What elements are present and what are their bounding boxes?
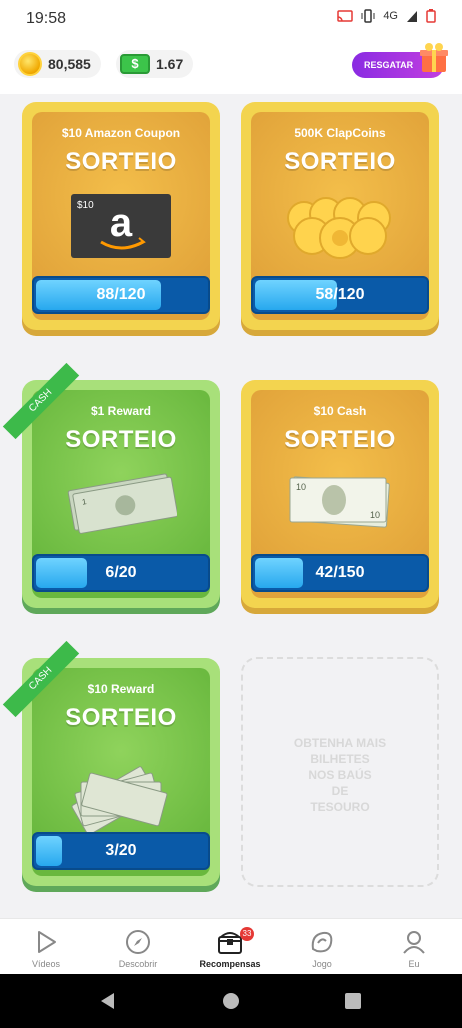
signal-icon [407, 11, 417, 22]
raffle-label: SORTEIO [65, 704, 177, 731]
wallet-header: 80,585 1.67 RESGATAR [0, 36, 462, 94]
cash-amount: 1.67 [156, 56, 184, 72]
progress-text: 42/150 [315, 564, 365, 581]
progress-text: 6/20 [105, 564, 137, 581]
bottom-navigation: Vídeos Descobrir 33 Recompensas Jogo Eu [0, 918, 462, 974]
empty-line-2: BILHETES [310, 752, 370, 766]
nav-discover[interactable]: Descobrir [92, 919, 184, 975]
redeem-button[interactable]: RESGATAR [352, 43, 448, 78]
svg-text:10: 10 [296, 482, 306, 492]
game-icon [311, 931, 333, 953]
gift-icon [420, 43, 448, 72]
raffle-card-amazon[interactable]: $10 Amazon Coupon SORTEIO $10 a 88/120 [22, 102, 220, 330]
raffle-card-10-reward[interactable]: $10 Reward SORTEIO CASH 3/20 [2, 640, 220, 886]
status-icons: 4G [337, 9, 436, 23]
back-icon[interactable] [98, 991, 118, 1011]
dollar-bills-icon: 1 [67, 473, 177, 534]
nav-profile[interactable]: Eu [368, 919, 460, 975]
coin-balance[interactable]: 80,585 [14, 50, 101, 78]
raffle-label: SORTEIO [284, 148, 396, 175]
progress-text: 3/20 [105, 842, 137, 859]
nav-label: Eu [408, 959, 420, 969]
cash-icon [120, 54, 150, 74]
empty-line-5: TESOURO [310, 800, 370, 814]
cast-icon [337, 10, 354, 22]
prize-title: $10 Cash [313, 404, 367, 418]
progress-bar: 3/20 [32, 832, 210, 870]
svg-text:10: 10 [370, 510, 380, 520]
empty-line-3: NOS BAÚS [308, 768, 372, 782]
coin-icon [18, 52, 42, 76]
empty-slot-message: OBTENHA MAIS BILHETES NOS BAÚS DE TESOUR… [263, 735, 417, 815]
progress-bar: 88/120 [32, 276, 210, 314]
home-icon[interactable] [221, 991, 241, 1011]
raffle-card-clapcoins[interactable]: 500K ClapCoins SORTEIO 58/120 [241, 102, 439, 330]
nav-videos[interactable]: Vídeos [0, 919, 92, 975]
prize-title: $1 Reward [90, 404, 152, 418]
prize-title: $10 Amazon Coupon [61, 126, 181, 140]
nav-label: Recompensas [199, 959, 261, 969]
network-label: 4G [383, 10, 398, 22]
ten-dollar-bill-icon: 10 10 [289, 476, 390, 528]
progress-bar: 42/150 [251, 554, 429, 592]
nav-rewards[interactable]: 33 Recompensas [184, 919, 276, 975]
compass-icon [126, 930, 150, 954]
empty-line-1: OBTENHA MAIS [293, 736, 387, 750]
redeem-label: RESGATAR [364, 60, 414, 70]
coin-amount: 80,585 [48, 56, 91, 72]
bill-fan-icon [71, 766, 168, 832]
nav-label: Descobrir [118, 959, 158, 969]
nav-game[interactable]: Jogo [276, 919, 368, 975]
recents-icon[interactable] [343, 991, 363, 1011]
vibrate-icon [361, 9, 375, 23]
empty-ticket-slot: OBTENHA MAIS BILHETES NOS BAÚS DE TESOUR… [241, 657, 439, 887]
profile-icon [403, 931, 425, 954]
prize-title: $10 Reward [87, 682, 155, 696]
raffle-label: SORTEIO [284, 426, 396, 453]
empty-line-4: DE [331, 784, 349, 798]
progress-bar: 58/120 [251, 276, 429, 314]
progress-bar: 6/20 [32, 554, 210, 592]
status-bar: 19:58 4G [0, 0, 462, 36]
cash-balance[interactable]: 1.67 [116, 50, 194, 78]
nav-label: Jogo [312, 959, 332, 969]
play-icon [38, 931, 56, 953]
svg-text:a: a [110, 201, 133, 245]
raffle-label: SORTEIO [65, 426, 177, 453]
nav-label: Vídeos [31, 959, 61, 969]
system-navigation-bar [0, 974, 462, 1028]
raffle-card-1-reward[interactable]: $1 Reward SORTEIO 1 CASH 6/20 [2, 362, 220, 608]
prize-title: 500K ClapCoins [294, 126, 386, 140]
progress-text: 88/120 [96, 286, 146, 303]
card-value: $10 [77, 200, 94, 211]
status-time: 19:58 [26, 10, 67, 27]
battery-icon [426, 9, 436, 23]
raffle-label: SORTEIO [65, 148, 177, 175]
progress-text: 58/120 [315, 286, 365, 303]
notification-badge: 33 [240, 927, 254, 941]
raffle-card-10-cash[interactable]: $10 Cash SORTEIO 10 10 42/150 [241, 380, 439, 608]
coin-pile-icon [287, 197, 391, 259]
amazon-gift-card-icon: $10 a [71, 194, 171, 258]
